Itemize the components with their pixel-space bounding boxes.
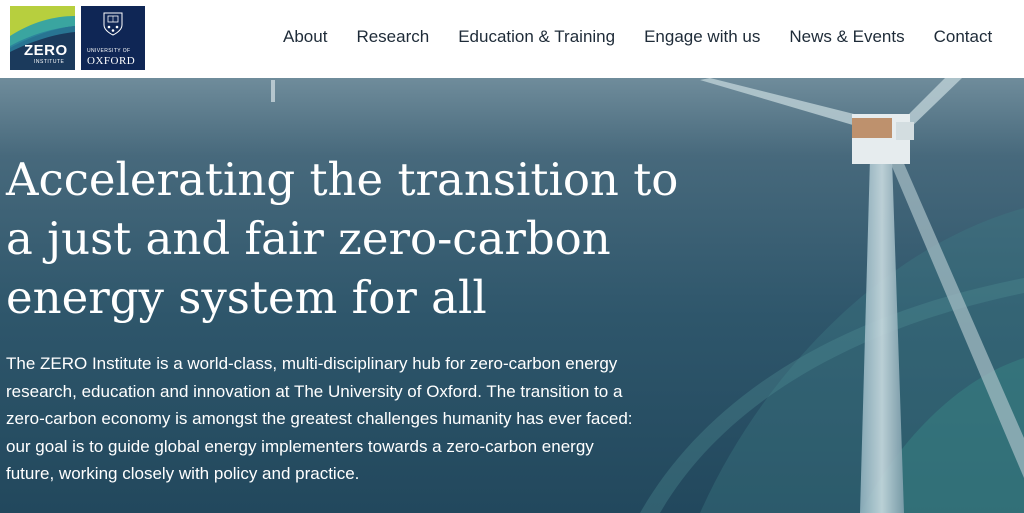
hero-banner: Accelerating the transition to a just an… (0, 78, 1024, 513)
zero-institute-logo[interactable]: ZERO INSTITUTE (10, 6, 75, 70)
oxford-crest-icon (103, 12, 123, 36)
main-nav: About Research Education & Training Enga… (283, 27, 992, 47)
nav-item-contact[interactable]: Contact (934, 27, 993, 47)
nav-item-news-events[interactable]: News & Events (789, 27, 904, 47)
nav-item-research[interactable]: Research (356, 27, 429, 47)
zero-logo-word: ZERO (24, 42, 68, 59)
site-header: ZERO INSTITUTE UNIVERSITY OF OXFORD Abou… (0, 0, 1024, 78)
zero-logo-subtitle: INSTITUTE (34, 59, 65, 65)
nav-item-about[interactable]: About (283, 27, 327, 47)
oxford-logo-name: OXFORD (87, 55, 136, 67)
oxford-logo-university-of: UNIVERSITY OF (87, 48, 131, 54)
oxford-logo[interactable]: UNIVERSITY OF OXFORD (81, 6, 145, 70)
nav-item-engage-with-us[interactable]: Engage with us (644, 27, 760, 47)
hero-description: The ZERO Institute is a world-class, mul… (6, 354, 633, 484)
nav-item-education-training[interactable]: Education & Training (458, 27, 615, 47)
hero-heading: Accelerating the transition to a just an… (6, 153, 679, 324)
